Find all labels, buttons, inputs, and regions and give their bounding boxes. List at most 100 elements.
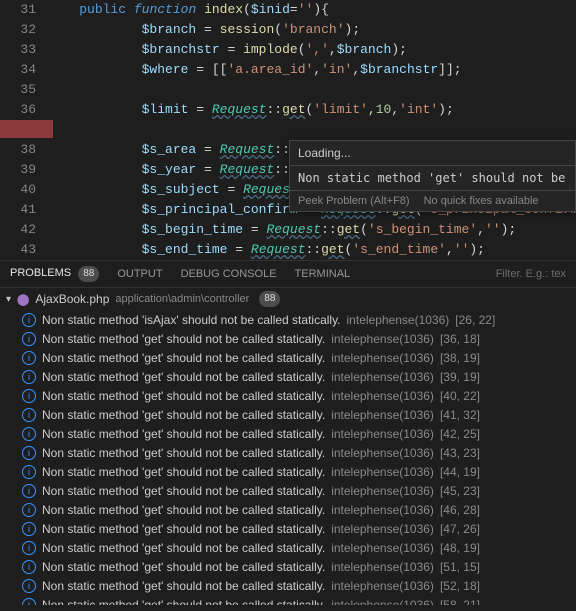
line-number: 36 <box>0 100 36 120</box>
problem-row[interactable]: iNon static method 'get' should not be c… <box>0 367 576 386</box>
info-icon: i <box>22 484 36 498</box>
problems-filename: AjaxBook.php <box>35 292 109 306</box>
problem-location: [47, 26] <box>440 522 480 536</box>
code-line[interactable]: $limit = Request::get('limit',10,'int'); <box>48 100 576 120</box>
problem-row[interactable]: iNon static method 'isAjax' should not b… <box>0 310 576 329</box>
code-editor[interactable]: 31323334353637383940414243 public functi… <box>0 0 576 260</box>
problem-source: intelephense(1036) <box>331 446 434 460</box>
problem-message: Non static method 'get' should not be ca… <box>42 332 325 346</box>
tab-terminal[interactable]: TERMINAL <box>295 268 351 280</box>
problems-list[interactable]: iNon static method 'isAjax' should not b… <box>0 310 576 605</box>
line-number: 42 <box>0 220 36 240</box>
problem-message: Non static method 'get' should not be ca… <box>42 389 325 403</box>
tab-problems-label: PROBLEMS <box>10 267 71 279</box>
problem-source: intelephense(1036) <box>331 484 434 498</box>
code-line[interactable]: $s_end_time = Request::get('s_end_time',… <box>48 240 576 260</box>
problem-message: Non static method 'get' should not be ca… <box>42 351 325 365</box>
problem-source: intelephense(1036) <box>331 427 434 441</box>
problem-row[interactable]: i Non static method 'get' should not be c… <box>0 348 576 367</box>
problem-source: intelephense(1036) <box>331 465 434 479</box>
code-line[interactable]: $branch = session('branch'); <box>48 20 576 40</box>
hover-tooltip: Loading... Non static method 'get' shoul… <box>289 140 576 212</box>
panel-tab-bar: PROBLEMS 88 OUTPUT DEBUG CONSOLE TERMINA… <box>0 260 576 288</box>
info-icon: i <box>22 541 36 555</box>
problems-filter-input[interactable]: Filter. E.g.: tex <box>496 268 566 280</box>
problem-row[interactable]: iNon static method 'get' should not be c… <box>0 329 576 348</box>
problem-location: [52, 18] <box>440 579 480 593</box>
problem-row[interactable]: iNon static method 'get' should not be c… <box>0 386 576 405</box>
code-line[interactable]: $where = [['a.area_id','in',$branchstr]]… <box>48 60 576 80</box>
problem-location: [42, 25] <box>440 427 480 441</box>
chevron-down-icon: ▾ <box>6 294 11 305</box>
code-line[interactable] <box>48 120 576 140</box>
problem-location: [43, 23] <box>440 446 480 460</box>
info-icon: i <box>22 446 36 460</box>
line-number: 38 <box>0 140 36 160</box>
info-icon: i <box>22 313 36 327</box>
problem-source: intelephense(1036) <box>331 579 434 593</box>
php-file-icon: ⬤ <box>17 293 29 306</box>
tab-problems[interactable]: PROBLEMS 88 <box>10 266 99 282</box>
problem-source: intelephense(1036) <box>331 541 434 555</box>
problem-source: intelephense(1036) <box>331 408 434 422</box>
line-number: 39 <box>0 160 36 180</box>
problem-source: intelephense(1036) <box>331 389 434 403</box>
tab-output[interactable]: OUTPUT <box>117 268 162 280</box>
line-number: 33 <box>0 40 36 60</box>
problem-message: Non static method 'get' should not be ca… <box>42 503 325 517</box>
problems-file-header[interactable]: ▾ ⬤ AjaxBook.php application\admin\contr… <box>0 288 576 310</box>
problem-row[interactable]: iNon static method 'get' should not be c… <box>0 595 576 605</box>
problems-filepath: application\admin\controller <box>115 293 249 305</box>
problem-location: [46, 28] <box>440 503 480 517</box>
info-icon: i <box>22 579 36 593</box>
code-line[interactable] <box>48 80 576 100</box>
problem-location: [44, 19] <box>440 465 480 479</box>
problem-row[interactable]: i Non static method 'get' should not be c… <box>0 538 576 557</box>
problem-message: Non static method 'get' should not be ca… <box>42 560 325 574</box>
problem-source: intelephense(1036) <box>331 598 434 606</box>
problem-message: Non static method 'get' should not be ca… <box>42 427 325 441</box>
problem-row[interactable]: i Non static method 'get' should not be c… <box>0 519 576 538</box>
problem-location: [45, 23] <box>440 484 480 498</box>
problem-row[interactable]: i Non static method 'get' should not be c… <box>0 424 576 443</box>
no-quick-fix-text: No quick fixes available <box>424 195 539 207</box>
tab-debug-console[interactable]: DEBUG CONSOLE <box>181 268 277 280</box>
problem-source: intelephense(1036) <box>331 560 434 574</box>
problem-row[interactable]: i Non static method 'get' should not be c… <box>0 576 576 595</box>
info-icon: i <box>22 408 36 422</box>
problem-row[interactable]: iNon static method 'get' should not be c… <box>0 405 576 424</box>
problem-row[interactable]: iNon static method 'get' should not be c… <box>0 557 576 576</box>
problem-row[interactable]: iNon static method 'get' should not be c… <box>0 481 576 500</box>
problem-message: Non static method 'get' should not be ca… <box>42 522 325 536</box>
info-icon: i <box>22 503 36 517</box>
peek-problem-link[interactable]: Peek Problem (Alt+F8) <box>298 195 410 207</box>
code-content[interactable]: public function index($inid=''){ $branch… <box>48 0 576 260</box>
code-line[interactable]: $branchstr = implode(',',$branch); <box>48 40 576 60</box>
problem-row[interactable]: i Non static method 'get' should not be c… <box>0 500 576 519</box>
problem-source: intelephense(1036) <box>331 370 434 384</box>
problem-location: [39, 19] <box>440 370 480 384</box>
problem-location: [48, 19] <box>440 541 480 555</box>
problem-message: Non static method 'get' should not be ca… <box>42 446 325 460</box>
line-number: 31 <box>0 0 36 20</box>
problem-location: [51, 15] <box>440 560 480 574</box>
line-number: 41 <box>0 200 36 220</box>
line-number: 43 <box>0 240 36 260</box>
problem-location: [26, 22] <box>455 313 495 327</box>
info-icon: i <box>22 351 36 365</box>
problem-location: [36, 18] <box>440 332 480 346</box>
code-line[interactable]: public function index($inid=''){ <box>48 0 576 20</box>
problem-row[interactable]: i Non static method 'get' should not be c… <box>0 443 576 462</box>
info-icon: i <box>22 598 36 606</box>
code-line[interactable]: $s_begin_time = Request::get('s_begin_ti… <box>48 220 576 240</box>
info-icon: i <box>22 427 36 441</box>
problem-message: Non static method 'get' should not be ca… <box>42 541 325 555</box>
problem-location: [40, 22] <box>440 389 480 403</box>
problem-message: Non static method 'get' should not be ca… <box>42 579 325 593</box>
info-icon: i <box>22 522 36 536</box>
problem-source: intelephense(1036) <box>331 522 434 536</box>
problem-row[interactable]: iNon static method 'get' should not be c… <box>0 462 576 481</box>
problems-count-badge: 88 <box>78 266 99 282</box>
info-icon: i <box>22 465 36 479</box>
line-number: 40 <box>0 180 36 200</box>
